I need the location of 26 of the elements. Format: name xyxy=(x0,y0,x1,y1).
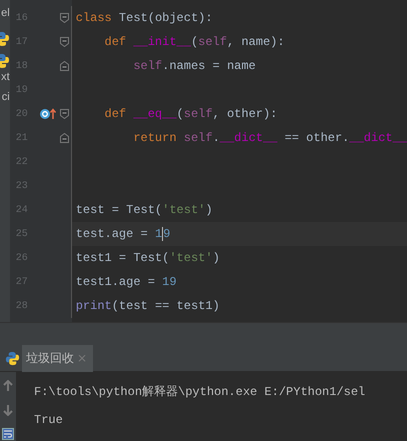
soft-wrap-icon[interactable] xyxy=(2,428,14,440)
fold-start-icon[interactable] xyxy=(60,13,69,23)
code-line: class Test(object): xyxy=(74,10,213,27)
tree-item-label[interactable]: xt xyxy=(1,68,10,86)
code-line: return self.__dict__ == other.__dict__ xyxy=(132,130,407,147)
code-line: test1.age = 19 xyxy=(74,274,177,291)
console-output-line: True xyxy=(34,412,64,429)
fold-start-icon[interactable] xyxy=(60,37,69,47)
fold-end-icon[interactable] xyxy=(60,133,69,143)
code-line: test = Test('test') xyxy=(74,202,213,219)
code-line: print(test == test1) xyxy=(74,298,220,315)
down-arrow-icon[interactable] xyxy=(2,404,14,416)
code-line: test1 = Test('test') xyxy=(74,250,220,267)
code-line: self.names = name xyxy=(132,58,256,75)
code-line: test.age = 19 xyxy=(74,226,170,243)
console-output-line: F:\tools\python解释器\python.exe E:/PYthon1/sel xyxy=(34,384,366,401)
fold-start-icon[interactable] xyxy=(60,109,69,119)
override-icon[interactable] xyxy=(40,108,56,120)
code-line: def __eq__(self, other): xyxy=(104,106,278,123)
run-tab[interactable]: 垃圾回收 × xyxy=(22,344,94,372)
code-line: def __init__(self, name): xyxy=(104,34,285,51)
tree-item-label[interactable]: ci xyxy=(2,88,10,106)
up-arrow-icon[interactable] xyxy=(2,380,14,392)
python-icon xyxy=(5,350,20,366)
fold-end-icon[interactable] xyxy=(60,61,69,71)
tree-item-label[interactable]: el xyxy=(1,4,10,22)
